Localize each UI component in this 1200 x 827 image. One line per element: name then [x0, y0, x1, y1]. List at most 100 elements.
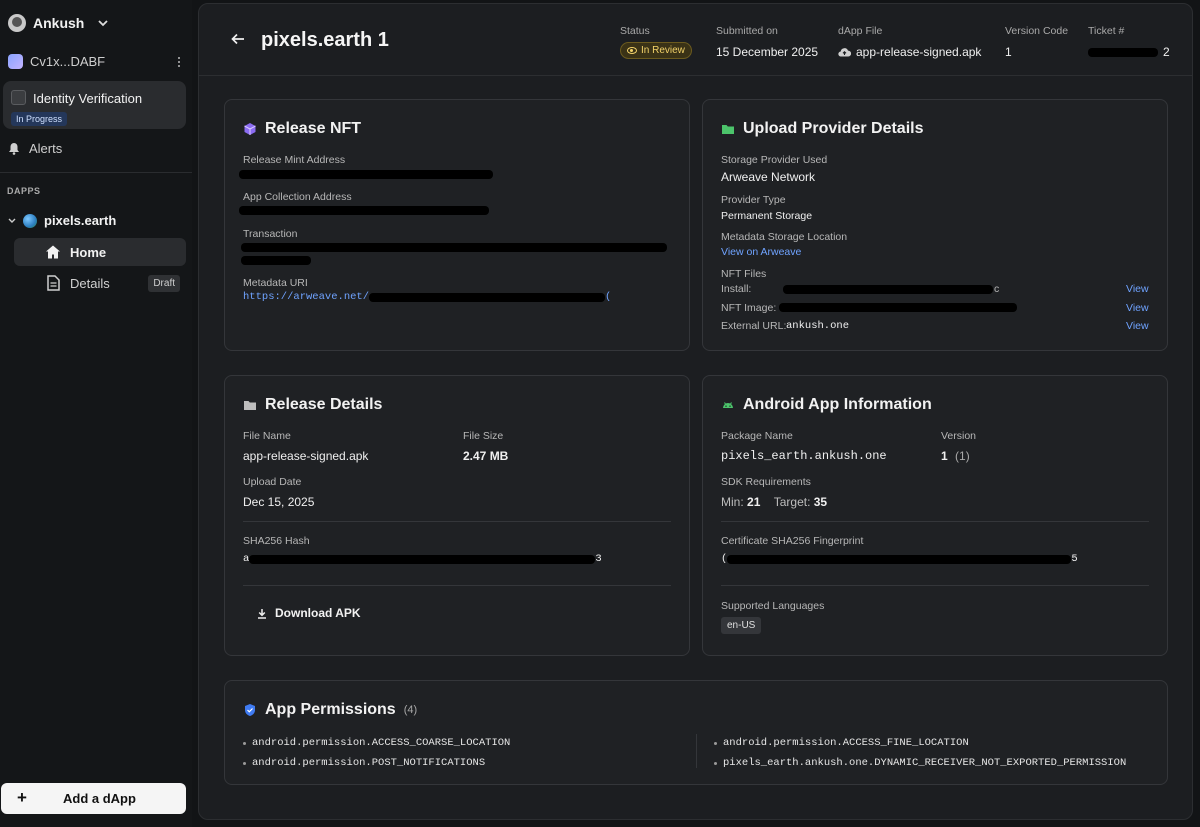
card-title: Release NFT	[243, 120, 361, 138]
redacted-transaction	[241, 243, 667, 252]
view-install-link[interactable]: View	[1126, 283, 1149, 295]
sidebar-item-details[interactable]: Details Draft	[14, 270, 186, 296]
cloud-upload-icon	[838, 48, 851, 57]
view-external-link[interactable]: View	[1126, 320, 1149, 332]
submitted-value: 15 December 2025	[716, 45, 819, 59]
android-info-card: Android App Information Package Name pix…	[702, 375, 1168, 656]
add-dapp-button[interactable]: + Add a dApp	[1, 783, 186, 814]
version-label: Version	[941, 430, 977, 442]
ticket-value: 2	[1088, 45, 1170, 59]
cert-label: Certificate SHA256 Fingerprint	[721, 535, 864, 547]
kebab-icon[interactable]	[172, 55, 186, 69]
transaction-label: Transaction	[243, 228, 298, 240]
download-icon	[258, 608, 266, 619]
page-title: pixels.earth 1	[261, 29, 389, 51]
wallet-row[interactable]: Cv1x...DABF	[8, 54, 186, 69]
sidebar-item-label: Details	[70, 276, 110, 291]
permission-item: pixels_earth.ankush.one.DYNAMIC_RECEIVER…	[714, 757, 1126, 769]
upload-date-value: Dec 15, 2025	[243, 495, 315, 509]
card-title-text: App Permissions	[265, 701, 396, 718]
release-nft-card: Release NFT Release Mint Address App Col…	[224, 99, 690, 351]
version-value: 1	[1005, 45, 1012, 59]
card-title-text: Upload Provider Details	[743, 120, 924, 137]
redacted-mint-address	[239, 170, 493, 179]
folder-icon	[244, 401, 256, 410]
file-value-row[interactable]: app-release-signed.apk	[838, 45, 981, 59]
wallet-icon	[8, 54, 23, 69]
redacted-uri	[369, 292, 606, 302]
card-title-text: Release NFT	[265, 120, 362, 137]
metadata-uri-link[interactable]: https://arweave.net/ (	[243, 291, 611, 303]
sdk-target-label: Target:	[773, 495, 811, 509]
release-details-card: Release Details File Name app-release-si…	[224, 375, 690, 656]
metadata-uri-suffix: (	[605, 291, 612, 303]
cert-value: ( 5	[721, 553, 1078, 565]
shield-icon	[245, 704, 255, 716]
add-dapp-label: Add a dApp	[63, 791, 136, 806]
languages-label: Supported Languages	[721, 600, 825, 612]
cert-tail: 5	[1071, 553, 1078, 565]
bell-icon	[9, 143, 19, 155]
sidebar: Ankush Cv1x...DABF Identity Verification…	[0, 0, 192, 827]
dapp-globe-icon	[23, 213, 37, 228]
download-label: Download APK	[275, 606, 361, 620]
submitted-meta: Submitted on 15 December 2025	[716, 25, 818, 59]
section-label: DAPPS	[7, 186, 41, 196]
file-value: app-release-signed.apk	[856, 45, 982, 59]
card-title: App Permissions (4)	[243, 701, 417, 719]
location-label: Metadata Storage Location	[721, 231, 848, 243]
home-icon	[46, 245, 60, 259]
version-meta: Version Code 1	[1005, 25, 1068, 59]
ticket-label: Ticket #	[1088, 25, 1125, 37]
back-arrow-icon[interactable]	[230, 31, 246, 47]
dapp-item[interactable]: pixels.earth	[8, 213, 116, 228]
sha256-label: SHA256 Hash	[243, 535, 310, 547]
file-label: dApp File	[838, 25, 883, 37]
redacted-collection-address	[239, 206, 489, 215]
install-label: Install:	[721, 283, 752, 295]
card-title-text: Release Details	[265, 396, 383, 413]
sidebar-item-home[interactable]: Home	[14, 238, 186, 266]
metadata-uri-prefix: https://arweave.net/	[243, 291, 370, 303]
sidebar-item-label: Alerts	[29, 141, 63, 156]
eye-icon	[627, 47, 637, 54]
cube-icon	[244, 123, 256, 135]
status-label: Status	[620, 25, 650, 37]
sidebar-item-alerts[interactable]: Alerts	[8, 141, 62, 156]
redacted-cert	[727, 554, 1072, 564]
mint-label: Release Mint Address	[243, 154, 346, 166]
sdk-row: Min: 21 Target: 35	[721, 495, 827, 509]
submitted-label: Submitted on	[716, 25, 778, 37]
folder-icon	[722, 125, 734, 134]
view-on-arweave-link[interactable]: View on Arweave	[721, 246, 801, 258]
version-value: 1	[941, 449, 948, 463]
release-header: pixels.earth 1 Status In Review Submitte…	[199, 4, 1192, 76]
sha256-value: a 3	[243, 553, 602, 565]
status-badge: In Progress	[11, 112, 68, 126]
file-meta: dApp File app-release-signed.apk	[838, 25, 981, 59]
redacted-hash	[249, 554, 596, 564]
permissions-count: (4)	[403, 704, 418, 716]
dapp-name: pixels.earth	[44, 213, 117, 228]
sdk-target-value: 35	[813, 495, 828, 509]
ticket-tail: 2	[1163, 45, 1170, 59]
card-title: Android App Information	[721, 396, 932, 414]
identity-verification-card[interactable]: Identity Verification In Progress	[3, 81, 186, 129]
sdk-label: SDK Requirements	[721, 476, 811, 488]
user-menu[interactable]: Ankush	[8, 14, 109, 32]
card-title: Release Details	[243, 396, 382, 414]
avatar	[8, 14, 26, 32]
language-tag: en-US	[721, 617, 762, 634]
view-image-link[interactable]: View	[1126, 302, 1149, 314]
redacted-block	[1088, 47, 1158, 57]
divider	[243, 521, 671, 522]
divider	[721, 521, 1149, 522]
document-icon	[47, 275, 60, 291]
status-badge: In Review	[620, 42, 692, 59]
download-apk-button[interactable]: Download APK	[257, 606, 361, 620]
type-value: Permanent Storage	[721, 210, 813, 222]
metadata-label: Metadata URI	[243, 277, 308, 289]
external-url-value: ankush.one	[786, 320, 850, 332]
sdk-min-label: Min:	[721, 495, 744, 509]
main-panel: pixels.earth 1 Status In Review Submitte…	[198, 3, 1193, 820]
